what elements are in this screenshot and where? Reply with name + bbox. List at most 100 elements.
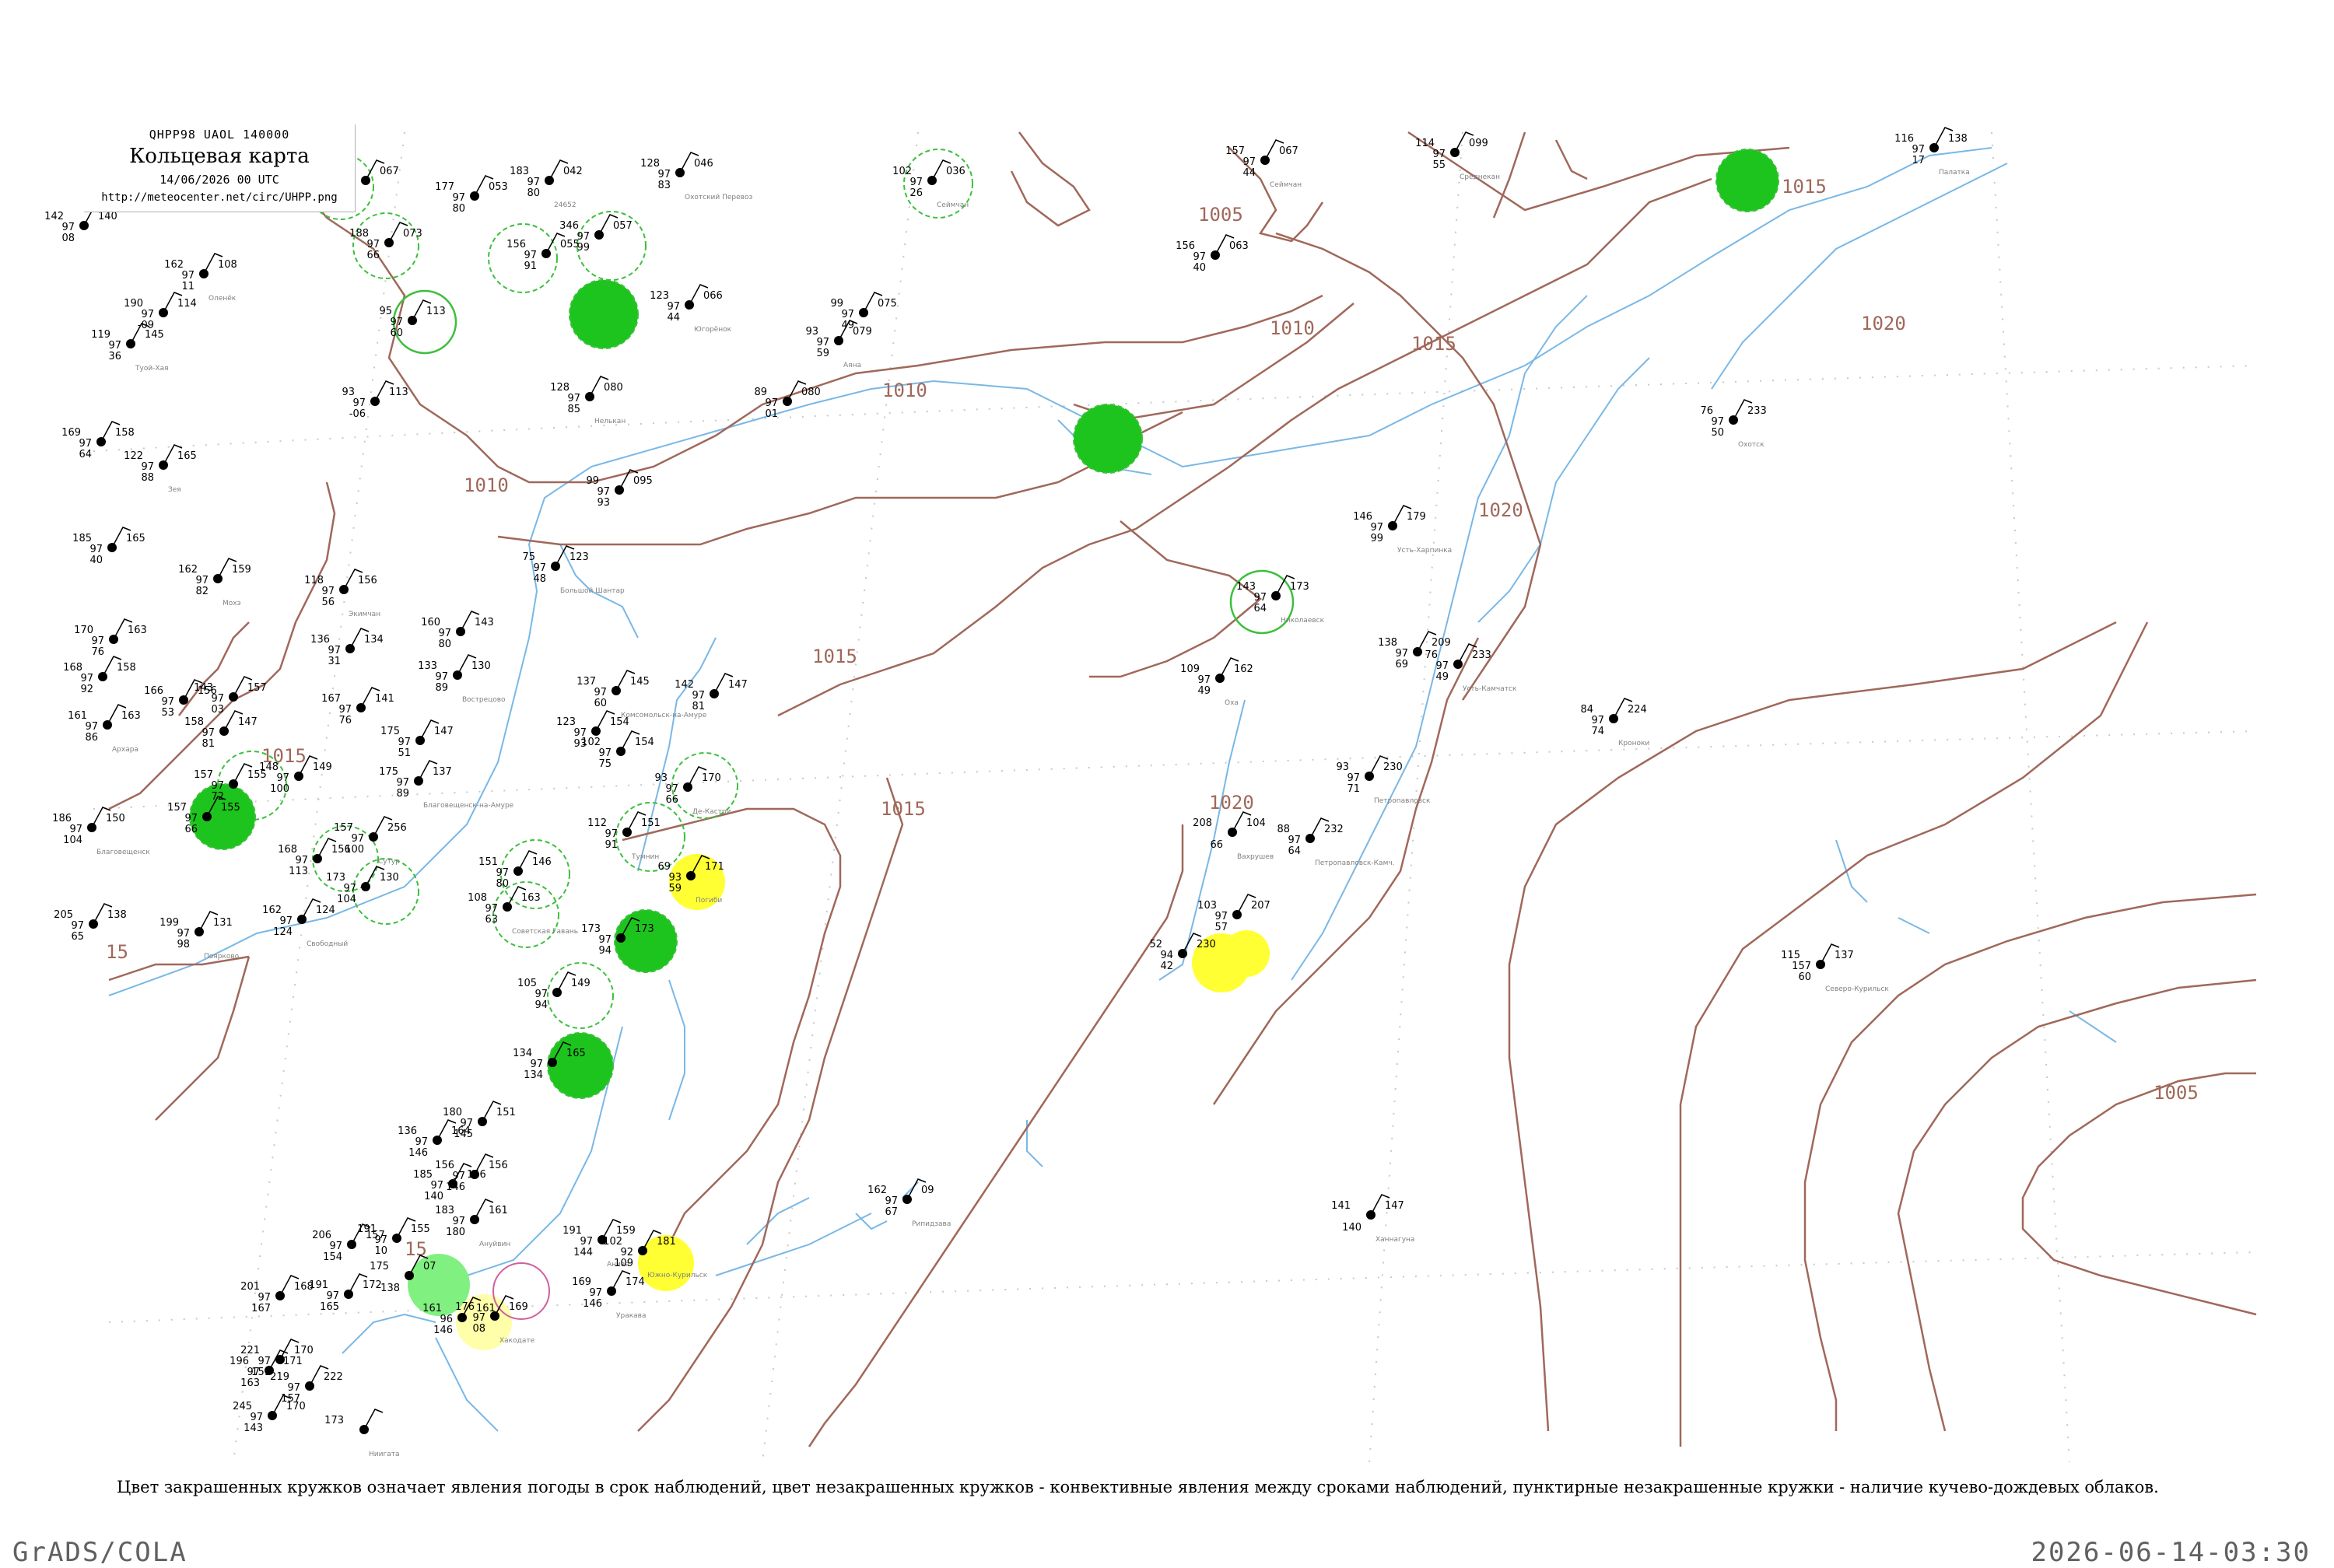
station-temperature: 102 — [603, 1236, 622, 1248]
station-pressure: 147 — [728, 679, 748, 691]
station-pressure: 147 — [434, 726, 454, 737]
isobar-label: 1010 — [1270, 317, 1315, 339]
station-pressure: 036 — [946, 166, 965, 177]
station-pressure: 067 — [1279, 145, 1298, 157]
station-visibility: 97 — [1197, 674, 1211, 686]
station-plot: 119 145 9736 Туой-Хая — [91, 323, 169, 373]
station-dewpoint: 50 — [1711, 427, 1724, 439]
source-url[interactable]: http://meteocenter.net/circ/UHPP.png — [84, 191, 355, 204]
station-temperature: 128 — [550, 382, 569, 394]
station-pressure: 165 — [177, 450, 197, 462]
station-dewpoint: 64 — [79, 449, 92, 460]
station-visibility: 97 — [530, 1059, 543, 1070]
station-plot: 191 172 97165 — [309, 1273, 382, 1313]
station-name: Усть-Камчатск — [1463, 685, 1517, 693]
station-pressure: 179 — [1407, 511, 1426, 523]
station-visibility: 97 — [398, 737, 411, 748]
station-plot: 93 113 97-06 — [342, 380, 408, 420]
station-pressure: 162 — [1234, 663, 1253, 675]
station-temperature: 115 — [1781, 950, 1800, 961]
station-pressure: 233 — [1472, 649, 1491, 661]
station-temperature: 112 — [587, 817, 607, 829]
station-pressure: 161 — [489, 1205, 508, 1216]
station-dewpoint: 138 — [380, 1283, 400, 1294]
station-dewpoint: 80 — [438, 639, 451, 650]
station-pressure: 149 — [571, 978, 591, 989]
station-visibility: 97 — [338, 704, 352, 716]
station-visibility: 97 — [195, 575, 209, 586]
station-dewpoint: 36 — [108, 351, 121, 362]
station-pressure: 130 — [380, 872, 399, 884]
station-name: Комсомольск-на-Амуре — [621, 712, 707, 719]
station-name: Южно-Курильск — [647, 1272, 708, 1279]
station-pressure: 151 — [496, 1107, 516, 1118]
station-visibility: 97 — [885, 1195, 898, 1207]
station-temperature: 191 — [357, 1223, 377, 1235]
station-visibility: 97 — [1214, 911, 1228, 922]
station-temperature: 84 — [1580, 704, 1593, 716]
station-dewpoint: 49 — [1435, 671, 1449, 683]
station-dewpoint: 59 — [816, 348, 829, 359]
station-dewpoint: 64 — [1288, 845, 1301, 857]
station-visibility: 97 — [1347, 772, 1360, 784]
station-dewpoint: 94 — [534, 999, 548, 1011]
station-visibility: 97 — [177, 928, 190, 940]
station-name: Николаевск — [1281, 617, 1325, 625]
station-visibility: 97 — [390, 317, 403, 328]
station-temperature: 158 — [184, 716, 204, 728]
station-temperature: 123 — [650, 290, 669, 302]
station-name: Петропавловск-Камч. — [1315, 859, 1395, 867]
station-marker — [488, 223, 558, 293]
station-pressure: 233 — [1747, 405, 1767, 417]
station-dewpoint: 66 — [665, 794, 678, 806]
station-visibility: 97 — [598, 934, 612, 946]
grads-credit: GrADS/COLA — [12, 1537, 187, 1568]
station-temperature: 205 — [54, 909, 73, 921]
station-dewpoint: 104 — [337, 894, 356, 905]
isobar-label: 1010 — [882, 380, 927, 401]
station-temperature: 134 — [513, 1048, 532, 1059]
station-visibility: 97 — [276, 772, 289, 784]
station-dewpoint: 66 — [184, 824, 198, 835]
station-visibility: 97 — [374, 1234, 387, 1246]
station-dewpoint: 76 — [338, 715, 352, 726]
station-temperature: 162 — [178, 564, 198, 576]
station-marker — [1223, 930, 1270, 977]
station-dewpoint: 134 — [524, 1069, 543, 1081]
station-temperature: 99 — [586, 475, 599, 487]
station-visibility: 93 — [668, 872, 682, 884]
station-plot: 76 233 9750 Охотск — [1700, 399, 1767, 449]
station-pressure: 165 — [566, 1048, 586, 1059]
station-plot: 167 141 9776 — [321, 687, 394, 726]
station-name: Благовещенск — [96, 849, 150, 856]
station-dewpoint: 140 — [424, 1191, 443, 1202]
station-plot: 162 108 9711 Оленёк — [164, 253, 237, 303]
station-visibility: 97 — [69, 824, 82, 835]
station-visibility: 97 — [438, 628, 451, 639]
isobar-label: 15 — [106, 941, 128, 963]
station-plot: 177 053 9780 — [435, 175, 508, 215]
station-dewpoint: 165 — [320, 1301, 339, 1313]
station-plot: 183 042 9780 24652 — [510, 159, 583, 209]
station-visibility: 97 — [589, 1287, 602, 1299]
station-pressure: 108 — [218, 259, 237, 271]
station-pressure: 171 — [705, 861, 724, 873]
map-title: Кольцевая карта — [129, 145, 310, 168]
station-pressure: 113 — [389, 387, 408, 398]
station-temperature: 156 — [506, 239, 526, 250]
station-name: Кроноки — [1618, 740, 1649, 747]
station-visibility: 97 — [605, 828, 618, 840]
station-temperature: 105 — [517, 978, 537, 989]
station-plot: 95 113 9760 — [379, 299, 446, 339]
station-temperature: 108 — [468, 892, 487, 904]
station-visibility: 97 — [352, 397, 366, 409]
station-plot: 183 161 97180 Ануйвин — [435, 1199, 510, 1248]
station-dewpoint: 76 — [91, 646, 104, 658]
station-visibility: 97 — [692, 690, 705, 702]
station-temperature: 180 — [443, 1107, 462, 1118]
station-temperature: 122 — [124, 450, 143, 462]
station-dewpoint: 92 — [80, 684, 93, 695]
station-dewpoint: 81 — [202, 738, 215, 750]
station-visibility: 97 — [1711, 416, 1724, 428]
station-pressure: 113 — [426, 306, 446, 317]
